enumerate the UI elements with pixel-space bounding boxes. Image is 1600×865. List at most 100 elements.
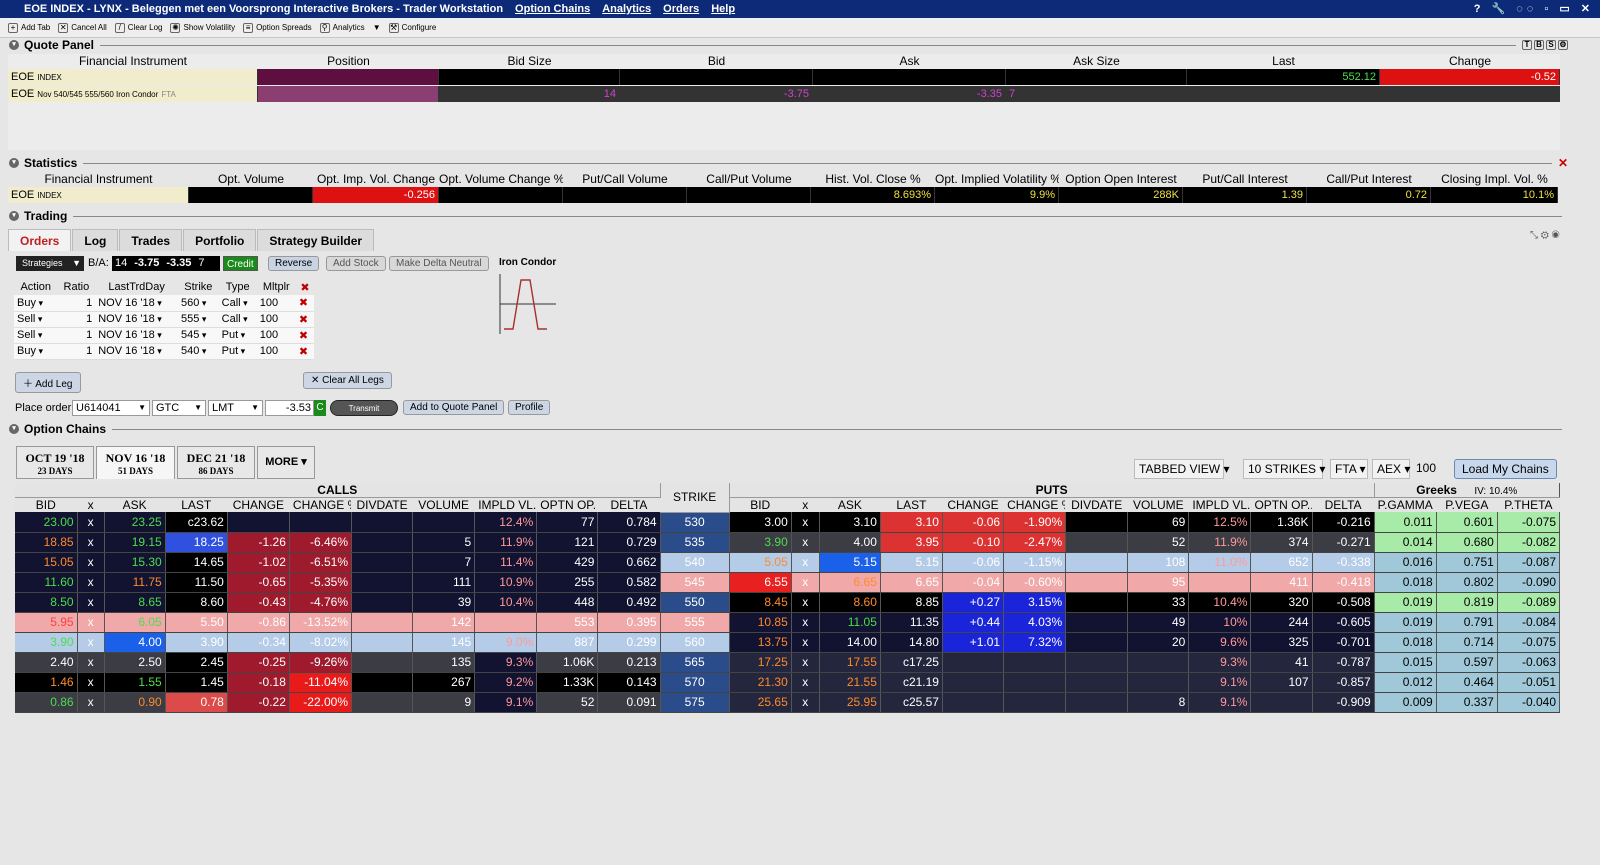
put-cell[interactable]: 9.6% xyxy=(1188,632,1252,653)
leg-row[interactable]: Sell1NOV 16 '18555Call100✖ xyxy=(14,311,314,328)
put-cell[interactable]: c17.25 xyxy=(880,652,943,673)
put-cell[interactable] xyxy=(1065,532,1129,553)
greek-cell[interactable]: 0.337 xyxy=(1436,692,1498,713)
collapse-icon[interactable]: ▾ xyxy=(9,158,19,168)
put-cell[interactable]: 11.0% xyxy=(1188,552,1252,573)
put-cell[interactable] xyxy=(942,692,1005,713)
put-cell[interactable]: 8 xyxy=(1127,692,1190,713)
put-cell[interactable]: -0.787 xyxy=(1312,652,1375,673)
put-cell[interactable]: 12.5% xyxy=(1188,512,1252,533)
limit-price-input[interactable]: -3.53 xyxy=(265,400,314,416)
collapse-icon[interactable]: ▾ xyxy=(9,424,19,434)
greek-cell[interactable]: 0.009 xyxy=(1374,692,1437,713)
call-cell[interactable]: -13.52% xyxy=(289,612,353,633)
close-icon[interactable]: ✕ xyxy=(1558,156,1568,170)
settings-icon[interactable]: ⚙ xyxy=(1558,40,1568,50)
leg-row[interactable]: Buy1NOV 16 '18560Call100✖ xyxy=(14,295,314,312)
put-cell[interactable] xyxy=(942,652,1005,673)
call-cell[interactable]: 9.2% xyxy=(474,672,538,693)
col-financial-instrument[interactable]: Financial Instrument xyxy=(8,172,189,186)
put-cell[interactable]: 7.32% xyxy=(1003,632,1067,653)
put-col-header[interactable]: x xyxy=(791,497,820,512)
col-position[interactable]: Position xyxy=(258,54,439,68)
put-cell[interactable]: -2.47% xyxy=(1003,532,1067,553)
put-cell[interactable]: x xyxy=(791,652,820,673)
call-cell[interactable]: -9.26% xyxy=(289,652,353,673)
put-cell[interactable]: -0.909 xyxy=(1312,692,1375,713)
s-icon[interactable]: S xyxy=(1546,40,1556,50)
greek-cell[interactable]: 0.012 xyxy=(1374,672,1437,693)
call-cell[interactable]: 429 xyxy=(536,552,599,573)
put-cell[interactable] xyxy=(1065,592,1129,613)
clear-log-button[interactable]: / Clear Log xyxy=(114,22,162,33)
profile-button[interactable]: Profile xyxy=(508,400,551,415)
call-cell[interactable]: 23.00 xyxy=(15,512,78,533)
remove-leg-icon[interactable]: ✖ xyxy=(295,311,314,328)
call-cell[interactable]: -1.26 xyxy=(227,532,290,553)
put-cell[interactable]: +0.27 xyxy=(942,592,1005,613)
greek-cell[interactable]: 0.791 xyxy=(1436,612,1498,633)
put-cell[interactable]: +1.01 xyxy=(942,632,1005,653)
option-spreads-button[interactable]: ≡ Option Spreads xyxy=(243,22,312,33)
put-cell[interactable]: 1.36K xyxy=(1250,512,1313,533)
call-cell[interactable]: 9 xyxy=(412,692,476,713)
menu-analytics[interactable]: Analytics xyxy=(602,3,651,15)
call-cell[interactable]: 52 xyxy=(536,692,599,713)
call-cell[interactable]: 267 xyxy=(412,672,476,693)
call-cell[interactable]: -1.02 xyxy=(227,552,290,573)
col-last[interactable]: Last xyxy=(1187,54,1380,68)
put-cell[interactable]: -0.06 xyxy=(942,552,1005,573)
call-cell[interactable]: 0.78 xyxy=(165,692,228,713)
exchange-select[interactable]: FTA ▾ xyxy=(1330,459,1368,479)
put-cell[interactable] xyxy=(1003,672,1067,693)
put-cell[interactable]: 3.00 xyxy=(729,512,792,533)
greek-cell[interactable]: 0.018 xyxy=(1374,572,1437,593)
leg-ratio[interactable]: 1 xyxy=(57,295,96,312)
put-cell[interactable] xyxy=(1065,672,1129,693)
leg-row[interactable]: Buy1NOV 16 '18540Put100✖ xyxy=(14,343,314,360)
put-cell[interactable]: 5.15 xyxy=(880,552,943,573)
call-cell[interactable]: 0.091 xyxy=(597,692,661,713)
leg-strike[interactable]: 540 xyxy=(178,343,219,360)
put-cell[interactable]: 13.75 xyxy=(729,632,792,653)
put-cell[interactable]: x xyxy=(791,672,820,693)
put-cell[interactable]: 8.85 xyxy=(880,592,943,613)
put-cell[interactable]: c25.57 xyxy=(880,692,943,713)
call-cell[interactable]: -11.04% xyxy=(289,672,353,693)
call-col-header[interactable]: LAST xyxy=(165,497,228,512)
put-cell[interactable]: 21.55 xyxy=(819,672,881,693)
call-cell[interactable]: 15.05 xyxy=(15,552,78,573)
order-type-select[interactable]: LMT ▼ xyxy=(208,400,263,416)
put-cell[interactable]: x xyxy=(791,532,820,553)
call-cell[interactable]: 0.86 xyxy=(15,692,78,713)
leg-strike[interactable]: 545 xyxy=(178,327,219,344)
expiry-tab-oct[interactable]: OCT 19 '18 23 DAYS xyxy=(16,446,94,479)
put-cell[interactable]: 411 xyxy=(1250,572,1313,593)
put-cell[interactable]: x xyxy=(791,632,820,653)
put-cell[interactable]: 17.55 xyxy=(819,652,881,673)
call-cell[interactable]: 4.00 xyxy=(104,632,166,653)
put-cell[interactable]: 95 xyxy=(1127,572,1190,593)
leg-type[interactable]: Put xyxy=(218,343,257,360)
put-cell[interactable]: 52 xyxy=(1127,532,1190,553)
put-cell[interactable]: x xyxy=(791,692,820,713)
strike-cell[interactable]: 545 xyxy=(660,572,730,593)
put-cell[interactable]: 107 xyxy=(1250,672,1313,693)
put-col-header[interactable]: OPTN OP... xyxy=(1250,497,1313,512)
greek-cell[interactable]: -0.090 xyxy=(1497,572,1561,593)
call-cell[interactable]: 2.45 xyxy=(165,652,228,673)
put-cell[interactable]: -0.216 xyxy=(1312,512,1375,533)
greek-cell[interactable]: -0.087 xyxy=(1497,552,1561,573)
call-cell[interactable]: 0.729 xyxy=(597,532,661,553)
make-delta-neutral-button[interactable]: Make Delta Neutral xyxy=(389,256,489,271)
put-cell[interactable]: x xyxy=(791,612,820,633)
call-cell[interactable]: x xyxy=(77,652,105,673)
leg-day[interactable]: NOV 16 '18 xyxy=(95,343,179,360)
put-cell[interactable]: x xyxy=(791,572,820,593)
call-cell[interactable]: 18.85 xyxy=(15,532,78,553)
call-cell[interactable] xyxy=(289,512,353,533)
col-put-call-volume[interactable]: Put/Call Volume xyxy=(563,172,687,186)
greek-cell[interactable]: -0.051 xyxy=(1497,672,1561,693)
strikes-select[interactable]: 10 STRIKES ▾ xyxy=(1243,459,1325,479)
add-stock-button[interactable]: Add Stock xyxy=(326,256,386,271)
